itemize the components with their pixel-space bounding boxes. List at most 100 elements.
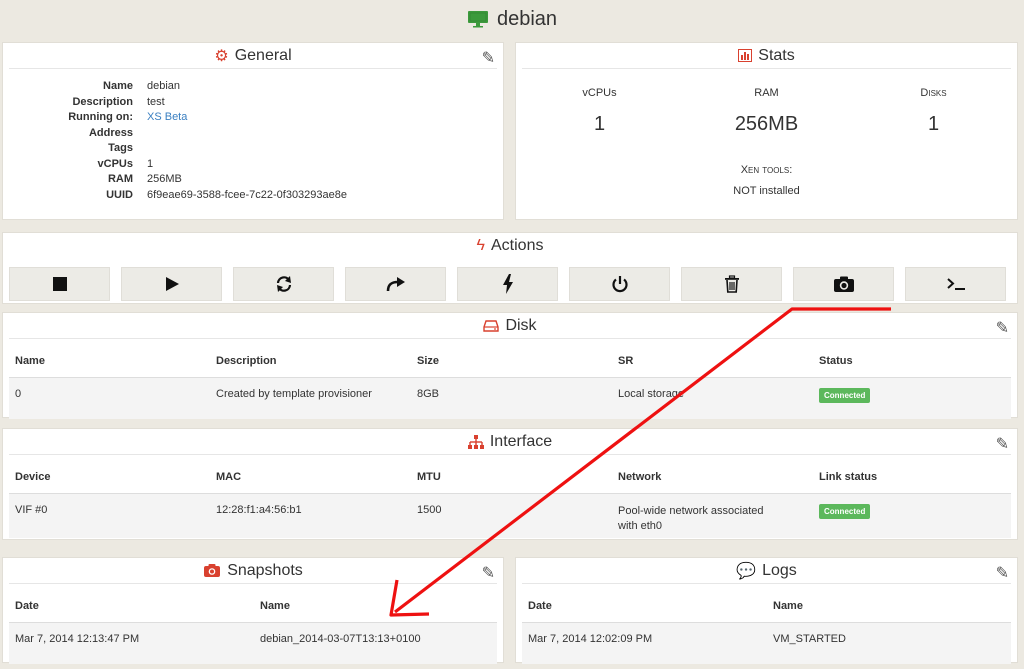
column-header: Link status: [819, 470, 878, 483]
field-label: RAM: [107, 173, 133, 185]
migrate-button[interactable]: [345, 267, 446, 301]
field-label: Description: [72, 95, 133, 108]
snapshots-table: Date Name Mar 7, 2014 12:13:47 PM debian…: [9, 590, 497, 664]
migrate-icon: [386, 277, 405, 292]
vif-mac: 12:28:f1:a4:56:b1: [216, 503, 302, 516]
stat-label: RAM: [754, 87, 779, 99]
disk-status-cell: Connected: [813, 377, 1011, 419]
vif-network: Pool-wide network associated with eth0: [618, 504, 764, 532]
logs-table: Date Name Mar 7, 2014 12:02:09 PM VM_STA…: [522, 590, 1011, 664]
edit-icon[interactable]: ✎: [996, 318, 1009, 338]
interface-title: Interface: [489, 432, 553, 450]
stat-label: Disks: [920, 87, 947, 99]
column-header: Size: [417, 354, 440, 367]
field-label: Tags: [108, 142, 133, 154]
column-header: Date: [15, 599, 39, 612]
vif-device: VIF #0: [15, 503, 48, 516]
general-info: Name debian Description test Running on:…: [3, 79, 503, 203]
column-header: Name: [15, 354, 45, 367]
field-value-vcpus[interactable]: 1: [147, 157, 503, 173]
hdd-icon: [483, 319, 500, 332]
field-label: Address: [88, 126, 133, 139]
disk-panel-header: Disk ✎: [9, 313, 1011, 339]
actions-panel-header: ϟ Actions: [9, 233, 1011, 259]
host-link[interactable]: XS Beta: [147, 111, 187, 123]
snapshots-panel: Snapshots ✎ Date Name Mar 7, 2014 12:13:…: [2, 557, 504, 664]
stats-title: Stats: [758, 46, 795, 64]
stats-panel: Stats vCPUs 1 RAM 256MB Disks 1 Xen tool…: [515, 42, 1018, 220]
field-value-name[interactable]: debian: [147, 79, 503, 95]
bolt-icon: ϟ: [476, 237, 485, 254]
disk-sr: Local storage: [618, 387, 685, 400]
field-label: Running on:: [68, 111, 133, 123]
trash-icon: [724, 275, 739, 293]
snapshot-date: Mar 7, 2014 12:13:47 PM: [15, 632, 140, 645]
power-icon: [611, 276, 628, 293]
log-date: Mar 7, 2014 12:02:09 PM: [528, 632, 653, 645]
disk-panel: Disk ✎ Name Description Size SR Status 0…: [2, 312, 1018, 419]
xen-tools: Xen tools: NOT installed: [516, 164, 1017, 197]
status-badge: Connected: [819, 503, 871, 519]
interface-panel-header: Interface ✎: [9, 429, 1011, 455]
table-row: VIF #0 12:28:f1:a4:56:b1 1500 Pool-wide …: [9, 493, 1011, 538]
field-value-description[interactable]: test: [147, 95, 503, 111]
general-panel: ⚙ General ✎ Name debian Description test…: [2, 42, 504, 220]
edit-icon[interactable]: ✎: [996, 563, 1009, 583]
gears-icon: ⚙: [214, 47, 229, 65]
disk-name[interactable]: 0: [9, 377, 210, 419]
edit-icon[interactable]: ✎: [996, 434, 1009, 454]
stat-label: vCPUs: [582, 87, 617, 99]
snapshot-name[interactable]: debian_2014-03-07T13:13+0100: [254, 622, 497, 664]
column-header: MAC: [216, 470, 242, 483]
actions-title: Actions: [491, 237, 544, 254]
logs-panel: 💬 Logs ✎ Date Name Mar 7, 2014 12:02:09 …: [515, 557, 1018, 664]
interface-table: Device MAC MTU Network Link status VIF #…: [9, 461, 1011, 538]
actions-panel: ϟ Actions: [2, 232, 1018, 304]
edit-icon[interactable]: ✎: [482, 48, 495, 68]
general-panel-header: ⚙ General ✎: [9, 43, 497, 69]
stat-value: 1: [927, 113, 940, 135]
bolt-icon: [502, 274, 513, 294]
stats-row: vCPUs 1 RAM 256MB Disks 1: [516, 87, 1017, 136]
play-icon: [165, 277, 179, 291]
column-header: Status: [819, 354, 853, 367]
page-title: debian: [496, 7, 558, 30]
table-row: Mar 7, 2014 12:02:09 PM VM_STARTED: [522, 622, 1011, 664]
page-header: debian: [0, 0, 1024, 38]
bar-chart-icon: [738, 49, 753, 62]
field-value-ram[interactable]: 256MB: [147, 172, 503, 188]
xen-tools-value: NOT installed: [733, 185, 800, 197]
field-value-tags[interactable]: [147, 141, 503, 157]
table-row: Mar 7, 2014 12:13:47 PM debian_2014-03-0…: [9, 622, 497, 664]
shutdown-button[interactable]: [569, 267, 670, 301]
field-value-address: [147, 126, 503, 142]
stop-button[interactable]: [9, 267, 110, 301]
disk-size: 8GB: [417, 387, 440, 400]
snapshot-button[interactable]: [793, 267, 894, 301]
reboot-button[interactable]: [233, 267, 334, 301]
logs-title: Logs: [762, 561, 797, 579]
log-name: VM_STARTED: [773, 632, 846, 645]
stat-disks: Disks 1: [854, 87, 1014, 136]
snapshots-title: Snapshots: [227, 561, 303, 579]
camera-icon: [833, 276, 854, 292]
delete-button[interactable]: [681, 267, 782, 301]
table-row: 0 Created by template provisioner 8GB Lo…: [9, 377, 1011, 419]
field-label: vCPUs: [97, 157, 133, 170]
field-label: Name: [103, 80, 133, 92]
force-reboot-button[interactable]: [457, 267, 558, 301]
status-badge: Connected: [819, 387, 871, 403]
field-label: UUID: [106, 188, 133, 201]
column-header: Date: [528, 599, 552, 612]
edit-icon[interactable]: ✎: [482, 563, 495, 583]
stop-icon: [52, 277, 67, 291]
field-value-uuid: 6f9eae69-3588-fcee-7c22-0f303293ae8e: [147, 188, 347, 201]
disk-description[interactable]: Created by template provisioner: [210, 377, 411, 419]
stat-value: 1: [593, 113, 606, 135]
console-button[interactable]: [905, 267, 1006, 301]
vif-mtu: 1500: [417, 503, 442, 516]
start-button[interactable]: [121, 267, 222, 301]
stat-value: 256MB: [734, 113, 799, 135]
refresh-icon: [276, 276, 291, 292]
camera-icon: [204, 564, 221, 577]
